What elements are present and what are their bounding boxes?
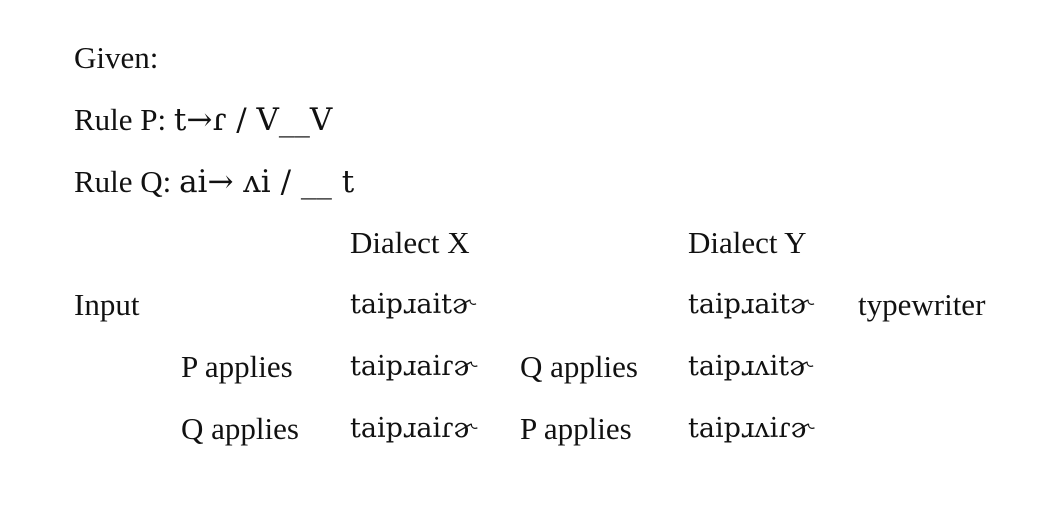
- step-1-x-form: taipɹaiɾɚ: [350, 351, 477, 382]
- header-dialect-x: Dialect X: [350, 225, 470, 260]
- document-page: Given: Rule P: t→ɾ / V__V Rule Q: ai→ ʌi…: [0, 0, 1054, 508]
- rule-q: Rule Q: ai→ ʌi / __ t: [74, 164, 354, 200]
- input-form-x: taipɹaitɚ: [350, 289, 475, 320]
- given-heading: Given:: [74, 40, 159, 75]
- step-2-x-label: Q applies: [181, 411, 299, 446]
- header-dialect-y: Dialect Y: [688, 225, 807, 260]
- step-2-x-form: taipɹaiɾɚ: [350, 413, 477, 444]
- step-1-y-label: Q applies: [520, 349, 638, 384]
- step-1-y-form: taipɹʌitɚ: [688, 351, 812, 382]
- rule-p-label: Rule P:: [74, 102, 167, 137]
- input-row-label: Input: [74, 287, 140, 322]
- step-2-y-label: P applies: [520, 411, 632, 446]
- input-form-y: taipɹaitɚ: [688, 289, 813, 320]
- step-1-x-label: P applies: [181, 349, 293, 384]
- gloss: typewriter: [858, 287, 986, 322]
- step-2-y-form: taipɹʌiɾɚ: [688, 413, 814, 444]
- rule-q-label: Rule Q:: [74, 164, 172, 199]
- rule-p-formula: t→ɾ / V__V: [173, 102, 333, 138]
- rule-q-formula: ai→ ʌi / __ t: [179, 164, 355, 200]
- rule-p: Rule P: t→ɾ / V__V: [74, 102, 332, 138]
